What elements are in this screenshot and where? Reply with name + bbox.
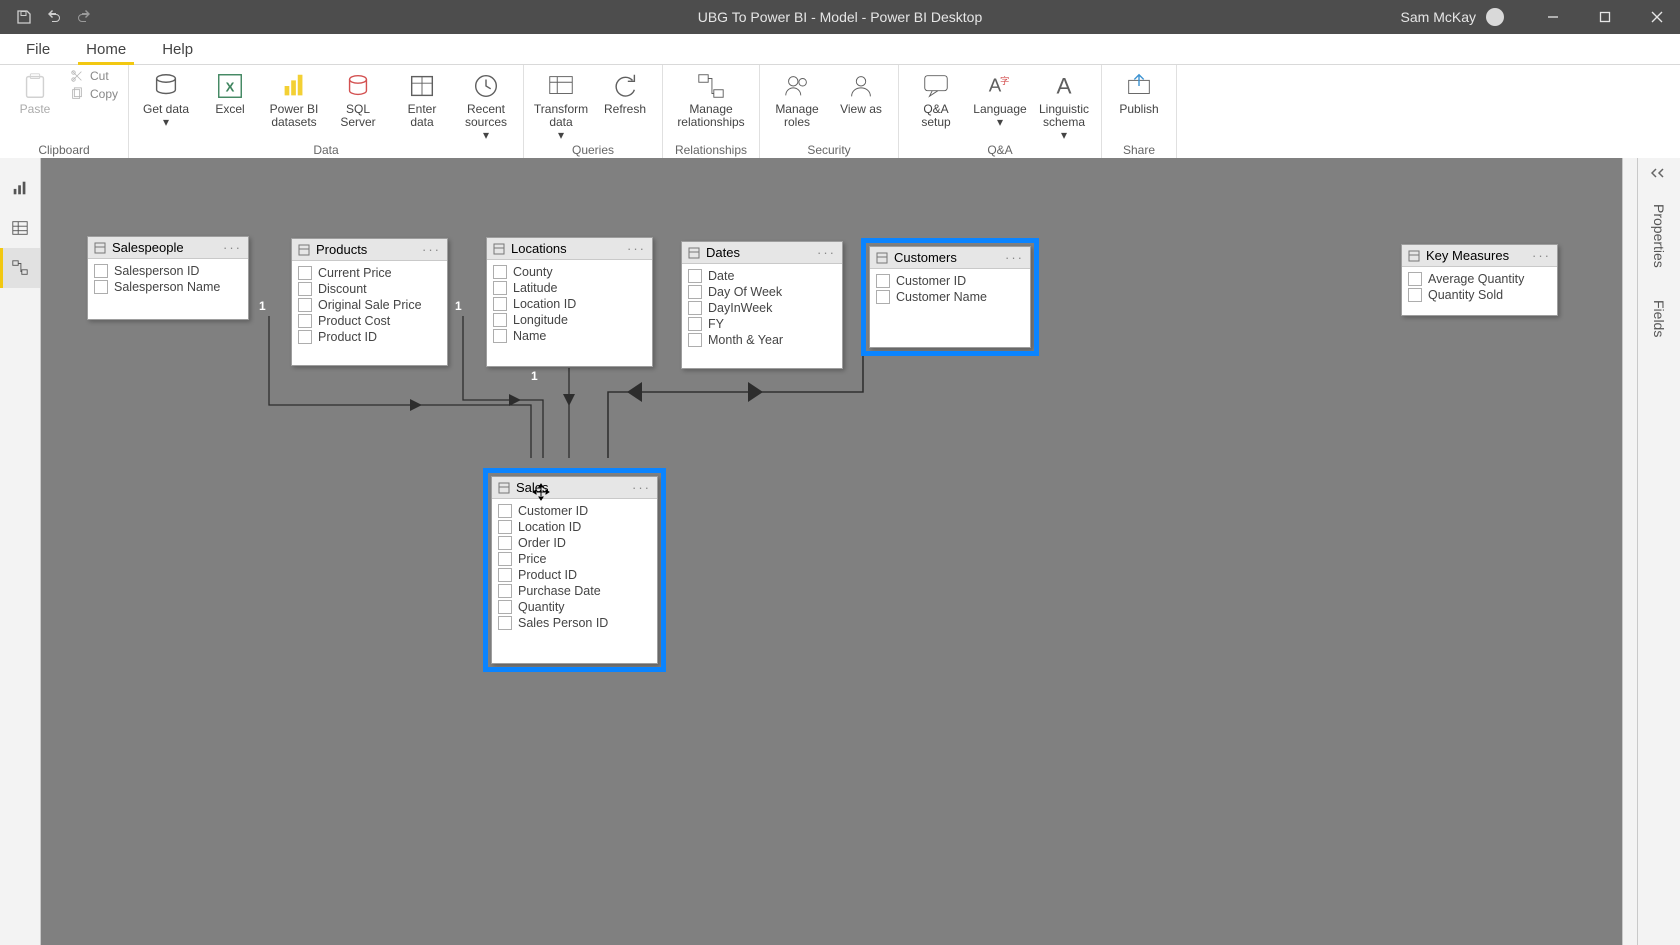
view-as-button[interactable]: View as bbox=[834, 69, 888, 116]
table-menu-icon[interactable]: ··· bbox=[627, 241, 646, 256]
paste-button[interactable]: Paste bbox=[10, 69, 60, 116]
field-item[interactable]: Order ID bbox=[498, 535, 651, 551]
cut-button[interactable]: Cut bbox=[70, 69, 118, 83]
svg-text:1: 1 bbox=[259, 299, 266, 313]
svg-text:1: 1 bbox=[531, 369, 538, 383]
field-item[interactable]: Latitude bbox=[493, 280, 646, 296]
redo-icon[interactable] bbox=[76, 9, 92, 25]
minimize-button[interactable] bbox=[1530, 0, 1576, 34]
ribbon-tabs: File Home Help bbox=[0, 34, 1680, 65]
field-item[interactable]: Product ID bbox=[298, 329, 441, 345]
field-item[interactable]: Current Price bbox=[298, 265, 441, 281]
qa-setup-button[interactable]: Q&A setup bbox=[909, 69, 963, 129]
publish-button[interactable]: Publish bbox=[1112, 69, 1166, 116]
ribbon: Paste Cut Copy Clipboard Get data ▾ bbox=[0, 65, 1680, 160]
field-item[interactable]: FY bbox=[688, 316, 836, 332]
svg-text:X: X bbox=[226, 80, 235, 95]
table-customers[interactable]: Customers ··· Customer ID Customer Name bbox=[869, 246, 1031, 348]
signed-in-user[interactable]: Sam McKay bbox=[1401, 8, 1504, 26]
field-item[interactable]: Customer ID bbox=[876, 273, 1024, 289]
data-view-button[interactable] bbox=[0, 208, 40, 248]
save-icon[interactable] bbox=[16, 9, 32, 25]
table-products[interactable]: Products ··· Current Price Discount Orig… bbox=[291, 238, 448, 366]
tab-help[interactable]: Help bbox=[144, 34, 211, 64]
linguistic-schema-button[interactable]: A Linguistic schema ▾ bbox=[1037, 69, 1091, 143]
table-menu-icon[interactable]: ··· bbox=[632, 480, 651, 495]
field-item[interactable]: Quantity Sold bbox=[1408, 287, 1551, 303]
svg-text:1: 1 bbox=[455, 299, 462, 313]
field-item[interactable]: Month & Year bbox=[688, 332, 836, 348]
expand-panes-button[interactable] bbox=[1638, 158, 1680, 188]
field-item[interactable]: Price bbox=[498, 551, 651, 567]
field-item[interactable]: Original Sale Price bbox=[298, 297, 441, 313]
model-view-button[interactable] bbox=[0, 248, 40, 288]
fields-pane-tab[interactable]: Fields bbox=[1651, 284, 1667, 353]
field-item[interactable]: Name bbox=[493, 328, 646, 344]
excel-button[interactable]: X Excel bbox=[203, 69, 257, 116]
svg-text:A: A bbox=[1057, 74, 1072, 99]
tab-home[interactable]: Home bbox=[68, 34, 144, 64]
chevron-down-icon: ▾ bbox=[558, 129, 564, 142]
field-item[interactable]: Salesperson ID bbox=[94, 263, 242, 279]
canvas-scrollbar[interactable] bbox=[1622, 158, 1637, 945]
sql-server-button[interactable]: SQL Server bbox=[331, 69, 385, 129]
table-menu-icon[interactable]: ··· bbox=[1532, 248, 1551, 263]
refresh-button[interactable]: Refresh bbox=[598, 69, 652, 116]
maximize-button[interactable] bbox=[1582, 0, 1628, 34]
view-switcher bbox=[0, 158, 41, 945]
recent-sources-button[interactable]: Recent sources ▾ bbox=[459, 69, 513, 143]
field-item[interactable]: Purchase Date bbox=[498, 583, 651, 599]
field-item[interactable]: Location ID bbox=[493, 296, 646, 312]
tab-file[interactable]: File bbox=[8, 34, 68, 64]
field-item[interactable]: DayInWeek bbox=[688, 300, 836, 316]
report-view-button[interactable] bbox=[0, 168, 40, 208]
table-menu-icon[interactable]: ··· bbox=[422, 242, 441, 257]
field-item[interactable]: Product Cost bbox=[298, 313, 441, 329]
field-item[interactable]: Discount bbox=[298, 281, 441, 297]
field-item[interactable]: Customer ID bbox=[498, 503, 651, 519]
enter-data-button[interactable]: Enter data bbox=[395, 69, 449, 129]
svg-text:字: 字 bbox=[1000, 75, 1009, 86]
field-item[interactable]: Customer Name bbox=[876, 289, 1024, 305]
manage-roles-button[interactable]: Manage roles bbox=[770, 69, 824, 129]
table-sales[interactable]: Sales ··· Customer ID Location ID Order … bbox=[491, 476, 658, 664]
field-item[interactable]: Salesperson Name bbox=[94, 279, 242, 295]
manage-relationships-button[interactable]: Manage relationships bbox=[673, 69, 749, 129]
chevron-down-icon: ▾ bbox=[483, 129, 489, 142]
get-data-button[interactable]: Get data ▾ bbox=[139, 69, 193, 129]
table-salespeople[interactable]: Salespeople ··· Salesperson ID Salespers… bbox=[87, 236, 249, 320]
model-canvas[interactable]: 1 1 1 Salespeople ··· Salesperson bbox=[41, 158, 1637, 945]
field-item[interactable]: Average Quantity bbox=[1408, 271, 1551, 287]
titlebar: UBG To Power BI - Model - Power BI Deskt… bbox=[0, 0, 1680, 34]
field-item[interactable]: Date bbox=[688, 268, 836, 284]
close-button[interactable] bbox=[1634, 0, 1680, 34]
chevron-down-icon: ▾ bbox=[997, 116, 1003, 129]
copy-button[interactable]: Copy bbox=[70, 87, 118, 101]
undo-icon[interactable] bbox=[46, 9, 62, 25]
field-item[interactable]: Longitude bbox=[493, 312, 646, 328]
language-button[interactable]: A字 Language ▾ bbox=[973, 69, 1027, 129]
properties-pane-tab[interactable]: Properties bbox=[1651, 188, 1667, 284]
field-item[interactable]: County bbox=[493, 264, 646, 280]
table-locations[interactable]: Locations ··· County Latitude Location I… bbox=[486, 237, 653, 367]
table-menu-icon[interactable]: ··· bbox=[223, 240, 242, 255]
field-item[interactable]: Location ID bbox=[498, 519, 651, 535]
transform-data-button[interactable]: Transform data ▾ bbox=[534, 69, 588, 143]
table-dates[interactable]: Dates ··· Date Day Of Week DayInWeek FY … bbox=[681, 241, 843, 369]
avatar bbox=[1486, 8, 1504, 26]
table-key-measures[interactable]: Key Measures ··· Average Quantity Quanti… bbox=[1401, 244, 1558, 316]
powerbi-datasets-button[interactable]: Power BI datasets bbox=[267, 69, 321, 129]
table-menu-icon[interactable]: ··· bbox=[817, 245, 836, 260]
table-menu-icon[interactable]: ··· bbox=[1005, 250, 1024, 265]
field-item[interactable]: Sales Person ID bbox=[498, 615, 651, 631]
chevron-down-icon: ▾ bbox=[163, 116, 169, 129]
right-pane-collapsed: Properties Fields bbox=[1637, 158, 1680, 945]
field-item[interactable]: Product ID bbox=[498, 567, 651, 583]
field-item[interactable]: Quantity bbox=[498, 599, 651, 615]
field-item[interactable]: Day Of Week bbox=[688, 284, 836, 300]
chevron-down-icon: ▾ bbox=[1061, 129, 1067, 142]
